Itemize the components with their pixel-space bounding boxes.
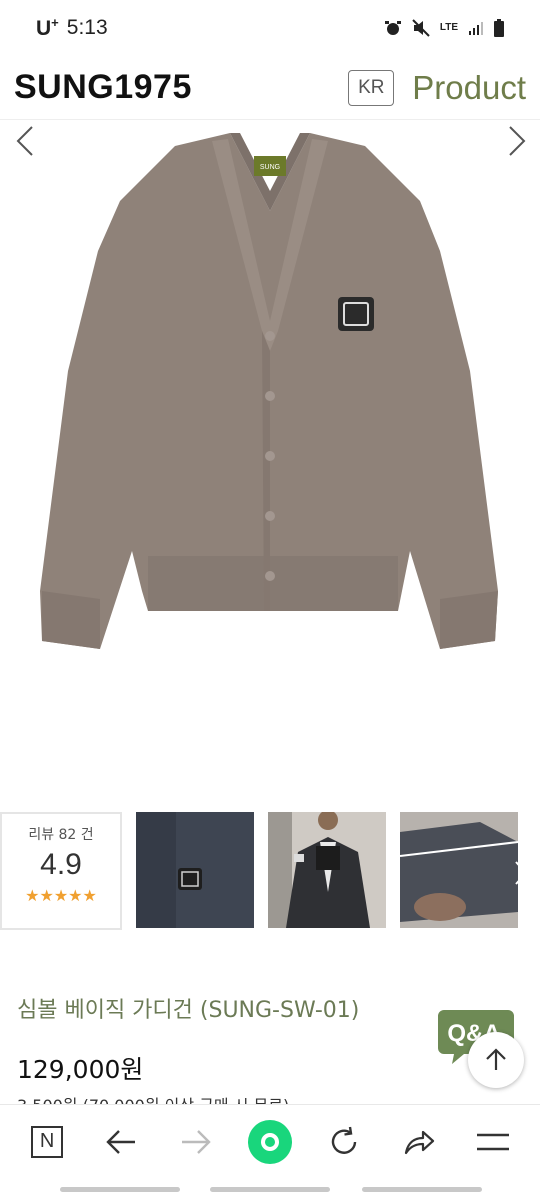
status-bar: U+ 5:13 LTE [0, 0, 540, 56]
review-score: 4.9 [40, 848, 82, 881]
cardigan-image: SUNG [40, 133, 498, 649]
forward-button[interactable] [170, 1116, 222, 1168]
screen: U+ 5:13 LTE SUNG1975 KR Product SUNG 리뷰 … [0, 0, 540, 1200]
refresh-icon [332, 1126, 357, 1154]
chevron-left-icon[interactable] [12, 121, 42, 161]
gesture-pill [210, 1187, 330, 1192]
product-price: 129,000원 [17, 1055, 144, 1084]
hamburger-icon [476, 1133, 509, 1150]
thumbnail-1[interactable] [136, 812, 254, 928]
product-image-carousel[interactable]: SUNG [0, 121, 540, 797]
arrow-up-icon [486, 1048, 506, 1070]
battery-icon [494, 19, 504, 37]
carrier-label: U+ [36, 15, 59, 40]
chevron-right-icon[interactable] [500, 121, 530, 161]
site-header: SUNG1975 KR Product [0, 56, 540, 120]
review-count: 리뷰 82 건 [28, 827, 94, 843]
gesture-pill [362, 1187, 482, 1192]
language-button[interactable]: KR [348, 69, 395, 106]
thumbnail-3[interactable] [400, 812, 518, 928]
menu-button[interactable] [467, 1116, 519, 1168]
network-label: LTE [439, 22, 458, 33]
signal-icon [469, 22, 483, 35]
svg-text:SUNG: SUNG [260, 164, 280, 171]
reload-button[interactable] [318, 1116, 370, 1168]
mute-icon [412, 19, 430, 37]
browser-toolbar: N [0, 1104, 540, 1178]
arrow-left-icon [106, 1129, 136, 1154]
share-button[interactable] [393, 1116, 445, 1168]
product-menu-link[interactable]: Product [412, 69, 526, 107]
scroll-top-button[interactable] [468, 1032, 524, 1088]
naver-home-button[interactable]: N [21, 1116, 73, 1168]
star-rating: ★★★★★ [25, 886, 97, 905]
thumbnail-row: 리뷰 82 건 4.9 ★★★★★ [0, 810, 540, 932]
arrow-right-icon [181, 1129, 211, 1154]
review-summary[interactable]: 리뷰 82 건 4.9 ★★★★★ [0, 812, 122, 930]
thumbnail-2[interactable] [268, 812, 386, 928]
status-icons: LTE [384, 19, 504, 37]
product-name: 심볼 베이직 가디건 (SUNG-SW-01) [17, 998, 360, 1023]
brand-logo[interactable]: SUNG1975 [14, 68, 192, 107]
green-home-button[interactable] [244, 1116, 296, 1168]
n-logo-icon: N [31, 1125, 64, 1158]
green-dot-icon [247, 1119, 292, 1164]
share-icon [404, 1130, 434, 1154]
shipping-note: 3,500원 (70,000원 이상 구매 시 무료) [17, 1092, 289, 1104]
back-button[interactable] [95, 1116, 147, 1168]
gesture-pill [60, 1187, 180, 1192]
thumbnail-next-icon[interactable] [510, 858, 530, 888]
alarm-icon [384, 21, 401, 35]
gesture-bar [0, 1180, 540, 1200]
clock: 5:13 [66, 16, 108, 39]
